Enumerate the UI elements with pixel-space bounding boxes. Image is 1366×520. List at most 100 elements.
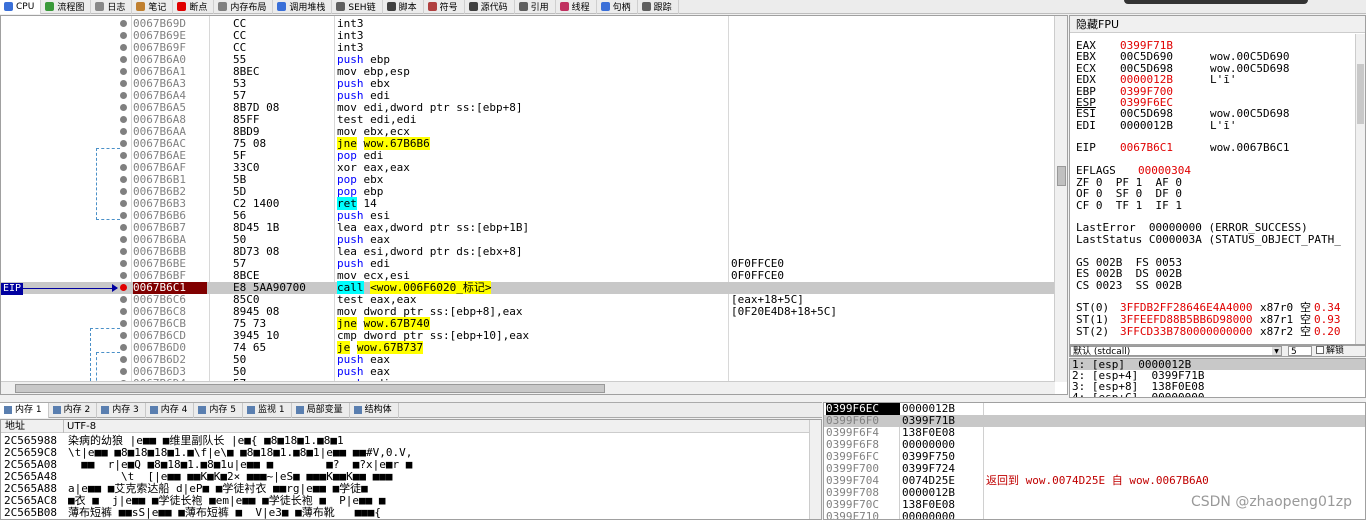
flag-row[interactable]: OF 0 SF 0 DF 0 (1076, 188, 1182, 199)
dump-tab[interactable]: 监视 1 (243, 402, 292, 418)
row-dot-icon[interactable] (120, 212, 127, 219)
dump-header-encoding[interactable]: UTF-8 (67, 420, 96, 433)
argument-row[interactable]: 4: [esp+C] 00000000 (1070, 392, 1365, 397)
tab-references[interactable]: 引用 (515, 0, 556, 14)
dump-tab[interactable]: 内存 3 (97, 402, 146, 418)
row-dot-icon[interactable] (120, 368, 127, 375)
row-dot-icon[interactable] (120, 32, 127, 39)
hide-fpu-toggle[interactable]: 隐藏FPU (1070, 16, 1365, 33)
fpu-value[interactable]: 3FFDB2FF28646E4A4000 (1120, 302, 1260, 313)
flag-row[interactable]: CF 0 TF 1 IF 1 (1076, 200, 1182, 211)
fpu-st-row[interactable]: ST(2) 3FFCD33B780000000000 x87r2 空 0.20 (1076, 326, 1341, 337)
tab-script[interactable]: 脚本 (383, 0, 424, 14)
dump-tab[interactable]: 局部变量 (292, 402, 350, 418)
fpu-st-row[interactable]: ST(0) 3FFDB2FF28646E4A4000 x87r0 空 0.34 (1076, 302, 1341, 313)
register-eax[interactable]: EAX 0399F71B (1076, 40, 1210, 51)
stack-row[interactable]: 0399F710 00000000 (824, 511, 1365, 520)
dump-tab[interactable]: 内存 4 (146, 402, 195, 418)
dump-header-address[interactable]: 地址 (5, 420, 25, 433)
tab-memory-map[interactable]: 内存布局 (214, 0, 274, 14)
calling-convention-select[interactable]: 默认 (stdcall) ▼ (1070, 346, 1282, 357)
disassembly-vertical-scrollbar[interactable] (1054, 16, 1067, 382)
register-edx[interactable]: EDX 0000012B L'ī' (1076, 74, 1237, 85)
row-dot-icon[interactable] (120, 272, 127, 279)
fpu-value[interactable]: 3FFEEFD88B5BB6D98000 (1120, 314, 1260, 325)
scrollbar-thumb[interactable] (1357, 64, 1364, 124)
row-dot-icon[interactable] (120, 308, 127, 315)
register-value[interactable]: 0399F71B (1120, 40, 1210, 51)
register-value[interactable]: 00C5D698 (1120, 108, 1210, 119)
row-dot-icon[interactable] (120, 236, 127, 243)
dump-tab[interactable]: 结构体 (350, 402, 399, 418)
register-eip[interactable]: EIP 0067B6C1 wow.0067B6C1 (1076, 142, 1289, 153)
row-dot-icon[interactable] (120, 296, 127, 303)
row-dot-icon[interactable] (120, 68, 127, 75)
row-dot-icon[interactable] (120, 224, 127, 231)
register-value[interactable]: 00000304 (1138, 165, 1228, 176)
register-value[interactable]: 0000012B (1120, 74, 1210, 85)
row-dot-icon[interactable] (120, 116, 127, 123)
register-ebp[interactable]: EBP 0399F700 (1076, 86, 1210, 97)
registers-panel[interactable]: 隐藏FPU EAX 0399F71B EBX 00C5D690 wow.00C5D690… (1069, 15, 1366, 345)
tab-graph[interactable]: 流程图 (41, 0, 92, 14)
checkbox-icon[interactable] (1316, 346, 1324, 354)
register-eflags[interactable]: EFLAGS 00000304 (1076, 165, 1228, 176)
tab-callstack[interactable]: 调用堆栈 (273, 0, 333, 14)
row-dot-icon[interactable] (120, 20, 127, 27)
disassembly-view[interactable]: 0067B69D CC int3 0067B69E CC int3 0067B69F CC in… (0, 15, 1068, 395)
arguments-panel[interactable]: 1: [esp] 0000012B 2: [esp+4] 0399F71B 3: [… (1069, 358, 1366, 398)
row-dot-icon[interactable] (120, 152, 127, 159)
tab-cpu[interactable]: CPU (0, 0, 42, 14)
row-dot-icon[interactable] (120, 140, 127, 147)
row-dot-icon[interactable] (120, 56, 127, 63)
row-dot-icon[interactable] (120, 80, 127, 87)
dump-tab[interactable]: 内存 2 (49, 402, 98, 418)
register-ebx[interactable]: EBX 00C5D690 wow.00C5D690 (1076, 51, 1289, 62)
register-value[interactable]: 0067B6C1 (1120, 142, 1210, 153)
register-esp[interactable]: ESP 0399F6EC (1076, 97, 1210, 108)
register-value[interactable]: 0399F6EC (1120, 97, 1210, 108)
unlock-checkbox[interactable]: 解锁 (1316, 346, 1344, 356)
chevron-down-icon[interactable]: ▼ (1272, 347, 1281, 355)
segment-row[interactable]: ES 002B DS 002B (1076, 268, 1182, 279)
register-value[interactable]: 0399F700 (1120, 86, 1210, 97)
tab-handles[interactable]: 句柄 (597, 0, 638, 14)
tab-source[interactable]: 源代码 (465, 0, 515, 14)
row-dot-icon[interactable] (120, 320, 127, 327)
row-dot-icon[interactable] (120, 200, 127, 207)
row-dot-icon[interactable] (120, 260, 127, 267)
segment-row[interactable]: CS 0023 SS 002B (1076, 280, 1182, 291)
tab-notes[interactable]: 笔记 (132, 0, 174, 14)
row-dot-icon[interactable] (120, 248, 127, 255)
scrollbar-thumb[interactable] (15, 384, 605, 393)
register-value[interactable]: 00C5D698 (1120, 63, 1210, 74)
register-edi[interactable]: EDI 0000012B L'ī' (1076, 120, 1237, 131)
memory-dump-view[interactable]: 地址 UTF-8 2C565988 染病的幼狼 |e■■ ■维里副队长 |e■{ … (0, 419, 822, 520)
tab-threads[interactable]: 线程 (556, 0, 597, 14)
row-dot-icon[interactable] (120, 44, 127, 51)
row-dot-icon[interactable] (120, 188, 127, 195)
dump-scrollbar[interactable] (809, 420, 821, 519)
register-value[interactable]: 0000012B (1120, 120, 1210, 131)
row-dot-icon[interactable] (120, 344, 127, 351)
breakpoint-dot-icon[interactable] (120, 284, 127, 291)
tab-log[interactable]: 日志 (91, 0, 133, 14)
flag-row[interactable]: ZF 0 PF 1 AF 0 (1076, 177, 1182, 188)
register-ecx[interactable]: ECX 00C5D698 wow.00C5D698 (1076, 63, 1289, 74)
dump-tab[interactable]: 内存 1 (0, 402, 49, 418)
arg-count-spinner[interactable]: 5 (1288, 346, 1312, 357)
row-dot-icon[interactable] (120, 104, 127, 111)
fpu-st-row[interactable]: ST(1) 3FFEEFD88B5BB6D98000 x87r1 空 0.93 (1076, 314, 1341, 325)
disassembly-horizontal-scrollbar[interactable] (1, 381, 1055, 394)
tab-trace[interactable]: 跟踪 (638, 0, 679, 14)
row-dot-icon[interactable] (120, 332, 127, 339)
row-dot-icon[interactable] (120, 356, 127, 363)
tab-symbols[interactable]: 符号 (424, 0, 465, 14)
registers-scrollbar[interactable] (1355, 34, 1365, 344)
row-dot-icon[interactable] (120, 128, 127, 135)
fpu-value[interactable]: 3FFCD33B780000000000 (1120, 326, 1260, 337)
row-dot-icon[interactable] (120, 92, 127, 99)
tab-breakpoint[interactable]: 断点 (173, 0, 215, 14)
register-esi[interactable]: ESI 00C5D698 wow.00C5D698 (1076, 108, 1289, 119)
segment-row[interactable]: GS 002B FS 0053 (1076, 257, 1182, 268)
